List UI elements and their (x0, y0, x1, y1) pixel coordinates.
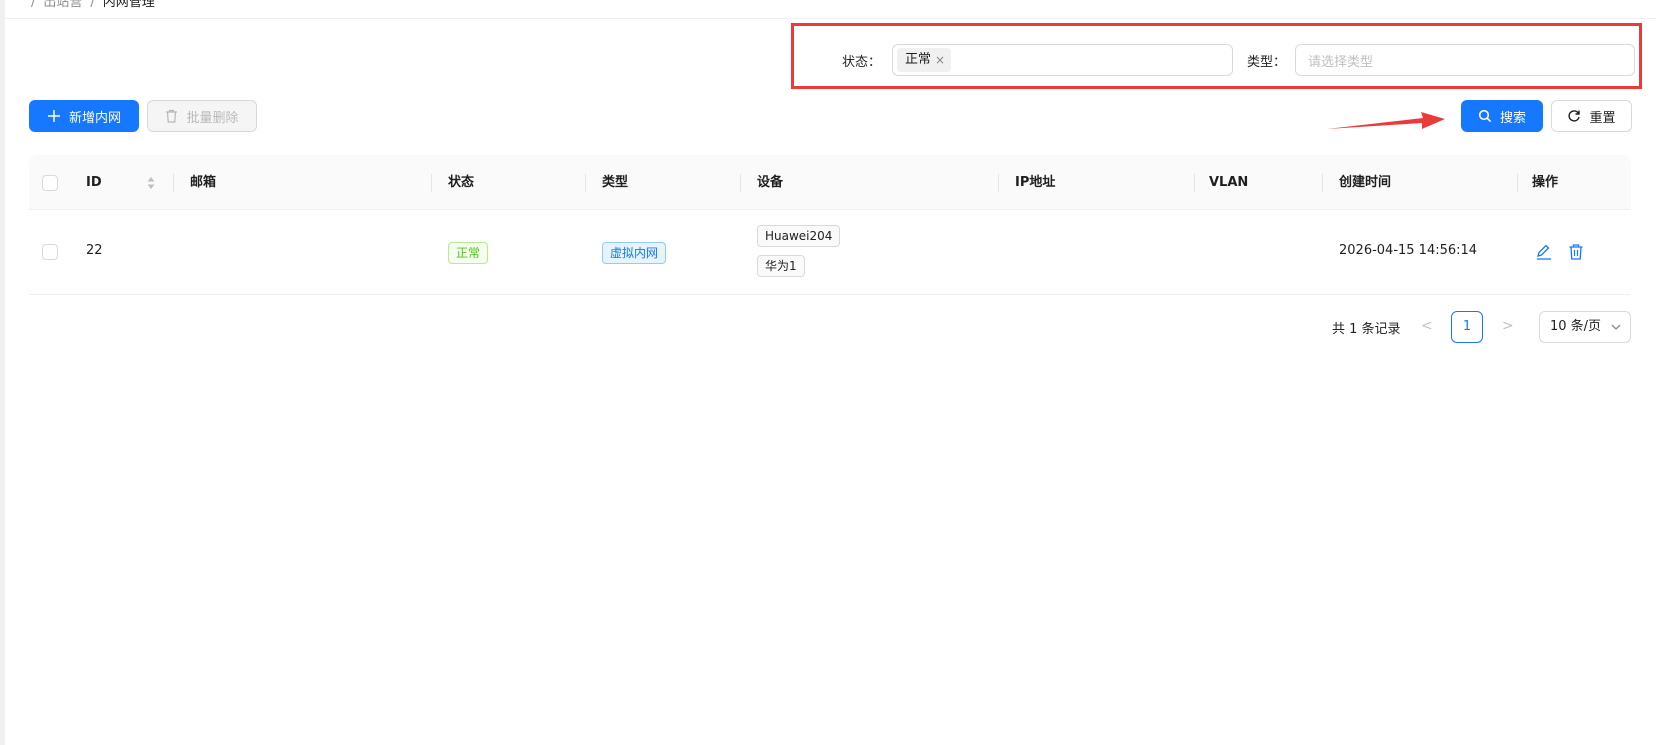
column-divider (585, 174, 586, 192)
breadcrumb-bar: / 出站营 / 内网管理 (5, 0, 1656, 19)
column-header-email: 邮箱 (190, 155, 216, 210)
type-filter-label: 类型： (1247, 51, 1286, 70)
prev-page-icon[interactable]: < (1421, 318, 1433, 334)
cell-id: 22 (86, 243, 103, 258)
column-header-id[interactable]: ID (86, 155, 102, 210)
page-size-label: 10 条/页 (1550, 319, 1601, 334)
add-intranet-button[interactable]: 新增内网 (29, 100, 139, 132)
reset-label: 重置 (1589, 107, 1615, 126)
column-header-vlan: VLAN (1209, 155, 1248, 210)
column-divider (1322, 174, 1323, 192)
table-row: 22 正常 虚拟内网 Huawei204 华为1 2026-04-15 14:5… (29, 210, 1631, 295)
column-header-actions: 操作 (1532, 155, 1558, 210)
type-badge: 虚拟内网 (602, 242, 666, 264)
page-size-select[interactable]: 10 条/页 (1539, 311, 1631, 343)
column-divider (1517, 174, 1518, 192)
intranet-table: ID 邮箱 状态 类型 设备 IP地址 VLAN 创建时间 操作 22 正常 虚… (29, 155, 1631, 295)
batch-delete-label: 批量删除 (186, 107, 238, 126)
reset-button[interactable]: 重置 (1551, 100, 1632, 132)
status-selected-tag-label: 正常 (905, 48, 931, 72)
column-header-type: 类型 (602, 155, 628, 210)
chevron-down-icon (1610, 321, 1622, 333)
type-select[interactable]: 请选择类型 (1295, 44, 1635, 76)
search-label: 搜索 (1500, 107, 1526, 126)
column-divider (998, 174, 999, 192)
row-checkbox[interactable] (42, 244, 58, 260)
trash-icon (165, 109, 178, 123)
next-page-icon[interactable]: > (1502, 318, 1514, 334)
column-header-ip: IP地址 (1015, 155, 1055, 210)
column-divider (173, 174, 174, 192)
reload-icon (1567, 109, 1581, 123)
status-badge: 正常 (448, 242, 488, 264)
device-tag: Huawei204 (757, 225, 840, 247)
layout-left-border (0, 0, 5, 745)
breadcrumb-separator: / (90, 0, 94, 10)
status-filter-label: 状态： (842, 51, 881, 70)
plus-icon (47, 109, 61, 123)
column-divider (431, 174, 432, 192)
type-select-placeholder: 请选择类型 (1308, 51, 1373, 70)
edit-icon[interactable] (1535, 243, 1553, 261)
breadcrumb-current: 内网管理 (103, 0, 155, 10)
batch-delete-button[interactable]: 批量删除 (147, 100, 257, 132)
delete-icon[interactable] (1567, 243, 1585, 261)
red-arrow-annotation (1325, 105, 1447, 133)
column-divider (1194, 174, 1195, 192)
search-button[interactable]: 搜索 (1461, 100, 1543, 132)
table-header: ID 邮箱 状态 类型 设备 IP地址 VLAN 创建时间 操作 (29, 155, 1631, 210)
column-header-status: 状态 (448, 155, 474, 210)
column-divider (740, 174, 741, 192)
status-select[interactable]: 正常 × (892, 44, 1233, 76)
sort-icon[interactable] (146, 176, 156, 190)
column-header-created: 创建时间 (1339, 155, 1391, 210)
add-intranet-label: 新增内网 (69, 107, 121, 126)
page-number-button[interactable]: 1 (1451, 311, 1483, 343)
tag-close-icon[interactable]: × (935, 48, 945, 72)
pagination-total: 共 1 条记录 (1332, 318, 1401, 337)
device-tag: 华为1 (757, 255, 805, 277)
breadcrumb: / 出站营 / 内网管理 (23, 0, 155, 10)
status-selected-tag: 正常 × (897, 48, 951, 72)
breadcrumb-parent[interactable]: 出站营 (43, 0, 82, 10)
cell-created-time: 2026-04-15 14:56:14 (1339, 243, 1477, 258)
breadcrumb-separator: / (31, 0, 35, 10)
select-all-checkbox[interactable] (42, 175, 58, 191)
search-icon (1478, 109, 1492, 123)
column-header-device: 设备 (757, 155, 783, 210)
